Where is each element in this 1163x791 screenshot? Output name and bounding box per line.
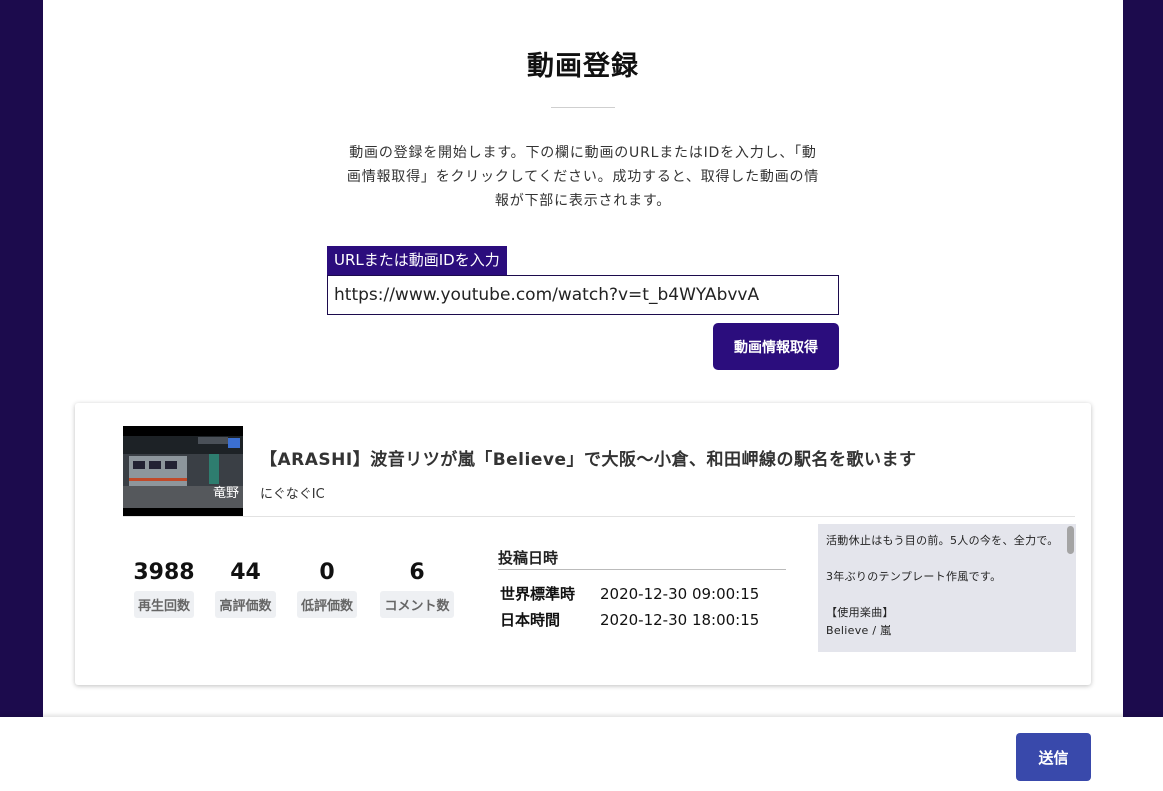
card-divider [123, 516, 1075, 517]
posted-jst-label: 日本時間 [500, 611, 561, 629]
video-info-card: 竜野 【ARASHI】波音リツが嵐「Believe」で大阪〜小倉、和田岬線の駅名… [75, 403, 1091, 685]
description-line [826, 550, 1062, 568]
channel-name: にぐなぐIC [260, 487, 325, 502]
url-input-label: URLまたは動画IDを入力 [327, 246, 507, 275]
posted-divider [498, 569, 786, 570]
description-line [826, 586, 1062, 604]
footer-bar: 送信 [0, 717, 1163, 791]
description-line: 3年ぶりのテンプレート作風です。 [826, 570, 1002, 583]
video-thumbnail: 竜野 [123, 426, 243, 516]
posted-utc-value: 2020-12-30 09:00:15 [600, 585, 760, 603]
stat-value: 44 [230, 560, 261, 585]
stat-dislikes: 0 低評価数 [294, 558, 360, 618]
stat-label: 高評価数 [215, 591, 276, 618]
description-line: Believe / 嵐 [826, 624, 892, 637]
fetch-info-button[interactable]: 動画情報取得 [713, 323, 839, 370]
description-line: 【使用楽曲】 [826, 606, 894, 619]
video-title: 【ARASHI】波音リツが嵐「Believe」で大阪〜小倉、和田岬線の駅名を歌い… [260, 450, 917, 470]
posted-utc-label: 世界標準時 [500, 585, 576, 603]
stat-label: 再生回数 [133, 591, 194, 618]
posted-heading: 投稿日時 [498, 549, 559, 567]
posted-jst-row: 日本時間 2020-12-30 18:00:15 [500, 609, 759, 630]
stat-views: 3988 再生回数 [131, 558, 197, 618]
page-title: 動画登録 [527, 51, 639, 82]
stat-value: 3988 [133, 560, 195, 585]
stat-value: 6 [409, 560, 425, 585]
stat-comments: 6 コメント数 [375, 558, 459, 618]
title-divider [551, 107, 615, 108]
stat-value: 0 [319, 560, 335, 585]
video-description-box[interactable]: 活動休止はもう目の前。5人の今を、全力で。 3年ぶりのテンプレート作風です。 【… [818, 524, 1076, 652]
url-input[interactable] [327, 275, 839, 315]
send-button[interactable]: 送信 [1016, 733, 1091, 781]
main-panel: 動画登録 動画の登録を開始します。下の欄に動画のURLまたはIDを入力し、「動画… [43, 0, 1123, 720]
stat-label: コメント数 [380, 591, 454, 618]
page-description: 動画の登録を開始します。下の欄に動画のURLまたはIDを入力し、「動画情報取得」… [346, 145, 820, 209]
posted-utc-row: 世界標準時 2020-12-30 09:00:15 [500, 583, 759, 604]
thumbnail-station-text: 竜野 [213, 486, 240, 501]
description-line: 活動休止はもう目の前。5人の今を、全力で。 [826, 534, 1059, 547]
description-scrollbar[interactable] [1067, 526, 1074, 554]
stat-label: 低評価数 [296, 591, 357, 618]
posted-jst-value: 2020-12-30 18:00:15 [600, 611, 760, 629]
stat-likes: 44 高評価数 [212, 558, 279, 618]
